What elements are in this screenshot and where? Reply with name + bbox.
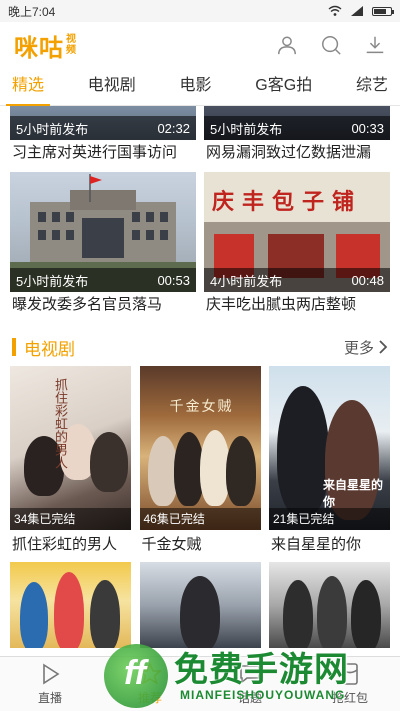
news-meta: 5小时前发布 00:33	[204, 116, 390, 140]
news-time: 5小时前发布	[210, 121, 283, 137]
store-sign: 庆丰包子铺	[212, 189, 363, 215]
news-meta: 5小时前发布 02:32	[10, 116, 196, 140]
news-title: 庆丰吃出腻虫两店整顿	[206, 296, 357, 313]
nav-red-packet[interactable]: 抢红包	[315, 662, 385, 706]
wifi-icon	[328, 5, 342, 16]
nav-recommend[interactable]: 推荐	[115, 662, 185, 706]
nav-topics[interactable]: 话题	[215, 662, 285, 706]
news-thumbnail: 5小时前发布 00:53	[10, 172, 196, 292]
tv-title: 来自星星的你	[271, 536, 362, 553]
news-time: 5小时前发布	[16, 273, 89, 289]
tv-title: 千金女贼	[141, 536, 202, 553]
section-header-tv: 电视剧 更多	[0, 334, 400, 360]
section-accent-bar	[12, 338, 16, 356]
news-card[interactable]: 庆丰包子铺 4小时前发布 00:48 庆丰吃出腻虫两店整顿	[204, 172, 390, 318]
tab-variety[interactable]: 综艺	[356, 68, 388, 106]
app-header: 咪咕 视 频	[0, 22, 400, 68]
search-icon[interactable]	[320, 34, 342, 56]
tv-title: 抓住彩虹的男人	[12, 536, 118, 553]
app-logo[interactable]: 咪咕 视 频	[14, 28, 76, 63]
tab-tv-series[interactable]: 电视剧	[88, 68, 136, 106]
news-duration: 00:33	[351, 120, 384, 136]
chat-icon	[240, 665, 260, 684]
signal-icon	[351, 6, 363, 16]
news-thumbnail: 5小时前发布 02:32	[10, 106, 196, 140]
news-meta: 4小时前发布 00:48	[204, 268, 390, 292]
tv-badge: 21集已完结	[269, 508, 390, 530]
tab-movies[interactable]: 电影	[180, 68, 212, 106]
news-time: 4小时前发布	[210, 273, 283, 289]
star-icon	[138, 662, 162, 685]
logo-main-text: 咪咕	[14, 34, 64, 62]
tv-card[interactable]	[10, 562, 131, 648]
poster-title-art: 抓住彩虹的男人	[52, 378, 67, 469]
red-packet-icon	[342, 663, 358, 685]
user-icon[interactable]	[276, 34, 298, 56]
status-time: 晚上7:04	[8, 4, 56, 19]
news-card[interactable]: 5小时前发布 00:53 曝发改委多名官员落马	[10, 172, 196, 318]
news-duration: 02:32	[157, 120, 190, 136]
news-duration: 00:53	[157, 272, 190, 288]
tv-poster	[139, 562, 261, 648]
tv-card[interactable]: 抓住彩虹的男人 34集已完结 抓住彩虹的男人	[10, 366, 131, 562]
tv-card[interactable]	[269, 562, 390, 648]
header-actions	[276, 34, 386, 56]
download-icon[interactable]	[364, 34, 386, 56]
tv-badge: 46集已完结	[139, 508, 261, 530]
tv-grid: 抓住彩虹的男人 34集已完结 抓住彩虹的男人 千金女贼 46集已完结 千金女贼 …	[0, 366, 400, 648]
tv-card[interactable]: 千金女贼 46集已完结 千金女贼	[139, 366, 261, 562]
poster-title-art: 千金女贼	[169, 399, 234, 415]
tv-poster	[10, 562, 131, 648]
news-thumbnail: 庆丰包子铺 4小时前发布 00:48	[204, 172, 390, 292]
status-bar: 晚上7:04	[0, 0, 400, 22]
poster-title-art: 来自星星的你	[323, 478, 384, 509]
play-icon	[43, 663, 60, 685]
tv-poster: 千金女贼 46集已完结	[139, 366, 261, 530]
category-tabs: 精选 电视剧 电影 G客G拍 综艺	[0, 68, 400, 106]
logo-sub-text: 视 频	[66, 34, 76, 56]
news-meta: 5小时前发布 00:53	[10, 268, 196, 292]
section-title: 电视剧	[24, 339, 75, 359]
news-title: 曝发改委多名官员落马	[12, 296, 163, 313]
bottom-nav: 直播 推荐 话题 抢红包	[0, 656, 400, 711]
news-card[interactable]: 5小时前发布 02:32 习主席对英进行国事访问	[10, 106, 196, 166]
tab-featured[interactable]: 精选	[5, 68, 51, 106]
chevron-right-icon	[379, 340, 388, 354]
news-time: 5小时前发布	[16, 121, 89, 137]
news-grid: 5小时前发布 02:32 习主席对英进行国事访问 5小时前发布 00:33 网易…	[0, 106, 400, 318]
tv-poster: 抓住彩虹的男人 34集已完结	[10, 366, 131, 530]
tv-poster	[269, 562, 390, 648]
tab-gke[interactable]: G客G拍	[255, 68, 312, 106]
news-thumbnail: 5小时前发布 00:33	[204, 106, 390, 140]
tv-poster: 来自星星的你 21集已完结	[269, 366, 390, 530]
more-link[interactable]: 更多	[344, 337, 388, 358]
news-card[interactable]: 5小时前发布 00:33 网易漏洞致过亿数据泄漏	[204, 106, 390, 166]
tv-card[interactable]: 来自星星的你 21集已完结 来自星星的你	[269, 366, 390, 562]
nav-live[interactable]: 直播	[15, 662, 85, 706]
news-duration: 00:48	[351, 272, 384, 288]
status-icons	[328, 5, 394, 17]
news-title: 习主席对英进行国事访问	[12, 144, 178, 161]
news-title: 网易漏洞致过亿数据泄漏	[206, 144, 372, 161]
tv-card[interactable]	[139, 562, 261, 648]
battery-icon	[372, 6, 394, 16]
tv-badge: 34集已完结	[10, 508, 131, 530]
